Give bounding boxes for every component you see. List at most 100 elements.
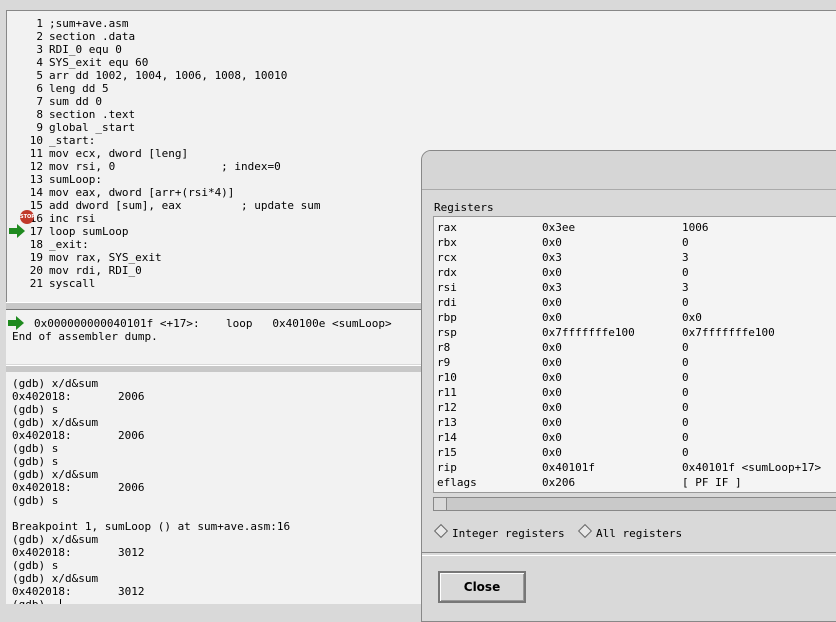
register-hex: 0x3ee xyxy=(542,221,576,234)
register-natural: 3 xyxy=(682,281,689,294)
console-line: 0x402018: 2006 xyxy=(12,429,145,442)
all-registers-radio[interactable]: All registers xyxy=(577,523,683,542)
register-name: r14 xyxy=(437,431,457,444)
console-line: (gdb) x/d&sum xyxy=(12,377,99,390)
console-line: (gdb) s xyxy=(12,455,59,468)
register-hex: 0x0 xyxy=(542,401,562,414)
register-name: rsi xyxy=(437,281,457,294)
register-natural: 0 xyxy=(682,296,689,309)
console-line: 0x402018: 3012 xyxy=(12,546,145,559)
line-code: mov rax, SYS_exit xyxy=(49,251,162,264)
register-name: r10 xyxy=(437,371,457,384)
line-code: arr dd 1002, 1004, 1006, 1008, 10010 xyxy=(49,69,288,82)
registers-table[interactable]: rax 0x3ee 1006 rbx 0x0 0 rcx 0x3 3 rdx 0x0 0 rsi 0x3 3… xyxy=(433,216,836,493)
register-natural: 3 xyxy=(682,251,689,264)
line-code: mov eax, dword [arr+(rsi*4)] xyxy=(49,186,235,199)
line-code: leng dd 5 xyxy=(49,82,109,95)
register-natural: 0x0 xyxy=(682,311,702,324)
console-line: 0x402018: 2006 xyxy=(12,390,145,403)
line-number: 19 xyxy=(29,251,43,264)
register-hex: 0x0 xyxy=(542,446,562,459)
line-code: sumLoop: xyxy=(49,173,102,186)
close-button[interactable]: Close xyxy=(438,571,526,603)
line-number: 2 xyxy=(36,30,43,43)
register-name: r15 xyxy=(437,446,457,459)
line-code: sum dd 0 xyxy=(49,95,102,108)
register-natural: 0 xyxy=(682,341,689,354)
line-code: syscall xyxy=(49,277,96,290)
radio-diamond-icon xyxy=(433,523,449,539)
register-hex: 0x206 xyxy=(542,476,576,489)
line-code: inc rsi xyxy=(49,212,96,225)
asm-current-line: 0x000000000040101f <+17>: loop 0x40100e … xyxy=(34,317,392,330)
scroll-left-arrow-icon[interactable] xyxy=(434,498,447,510)
asm-end-line: End of assembler dump. xyxy=(12,330,158,343)
line-number: 14 xyxy=(29,186,43,199)
register-name: rip xyxy=(437,461,457,474)
line-number: 20 xyxy=(29,264,43,277)
register-name: rbx xyxy=(437,236,457,249)
register-hex: 0x3 xyxy=(542,281,562,294)
line-number: 21 xyxy=(29,277,43,290)
register-name: rdi xyxy=(437,296,457,309)
line-number: 9 xyxy=(36,121,43,134)
console-line: (gdb) x/d&sum xyxy=(12,416,99,429)
console-line: (gdb) x/d&sum xyxy=(12,533,99,546)
register-hex: 0x0 xyxy=(542,386,562,399)
register-natural: 0x40101f <sumLoop+17> xyxy=(682,461,822,474)
register-hex: 0x7fffffffe100 xyxy=(542,326,635,339)
line-code: ;sum+ave.asm xyxy=(49,17,129,30)
line-code: section .data xyxy=(49,30,136,43)
register-name: r11 xyxy=(437,386,457,399)
current-line-arrow-icon xyxy=(9,224,25,238)
line-code: mov rsi, 0 ; index=0 xyxy=(49,160,281,173)
register-hex: 0x3 xyxy=(542,251,562,264)
register-name: rbp xyxy=(437,311,457,324)
console-line: (gdb) s xyxy=(12,403,59,416)
register-name: r9 xyxy=(437,356,451,369)
console-line: (gdb) xyxy=(12,598,52,604)
console-line: 0x402018: 3012 xyxy=(12,585,145,598)
line-number: 3 xyxy=(36,43,43,56)
register-name: eflags xyxy=(437,476,477,489)
asm-current-arrow-icon xyxy=(8,316,24,330)
line-number: 4 xyxy=(36,56,43,69)
line-number: 6 xyxy=(36,82,43,95)
line-number: 10 xyxy=(29,134,43,147)
register-natural: 0 xyxy=(682,236,689,249)
registers-dialog: Registers rax 0x3ee 1006 rbx 0x0 0 rcx 0x3 3 rdx 0… xyxy=(421,150,836,622)
integer-registers-radio[interactable]: Integer registers xyxy=(433,523,565,542)
text-cursor xyxy=(60,599,61,604)
dialog-divider xyxy=(422,552,836,556)
register-hex: 0x0 xyxy=(542,236,562,249)
line-code: mov rdi, RDI_0 xyxy=(49,264,142,277)
register-natural: 0 xyxy=(682,431,689,444)
register-name: rsp xyxy=(437,326,457,339)
register-natural: 0 xyxy=(682,416,689,429)
line-code: RDI_0 equ 0 xyxy=(49,43,122,56)
line-number: 5 xyxy=(36,69,43,82)
console-line: (gdb) s xyxy=(12,442,59,455)
register-natural: 0 xyxy=(682,356,689,369)
console-line: (gdb) s xyxy=(12,559,59,572)
line-code: _exit: xyxy=(49,238,89,251)
register-natural: 0 xyxy=(682,401,689,414)
dialog-titlebar[interactable] xyxy=(422,151,836,190)
radio-diamond-icon xyxy=(577,523,593,539)
register-natural: 0x7fffffffe100 xyxy=(682,326,775,339)
line-number: 12 xyxy=(29,160,43,173)
registers-title: Registers xyxy=(434,201,494,214)
register-natural: 1006 xyxy=(682,221,709,234)
horizontal-scrollbar[interactable] xyxy=(433,497,836,511)
console-line: (gdb) s xyxy=(12,494,59,507)
line-code: SYS_exit equ 60 xyxy=(49,56,149,69)
register-hex: 0x0 xyxy=(542,311,562,324)
all-registers-label: All registers xyxy=(596,527,683,540)
register-natural: 0 xyxy=(682,266,689,279)
breakpoint-stop-icon[interactable]: STOP xyxy=(20,210,35,224)
register-hex: 0x0 xyxy=(542,341,562,354)
line-number: 1 xyxy=(36,17,43,30)
line-code: section .text xyxy=(49,108,136,121)
register-hex: 0x0 xyxy=(542,431,562,444)
line-code: mov ecx, dword [leng] xyxy=(49,147,189,160)
